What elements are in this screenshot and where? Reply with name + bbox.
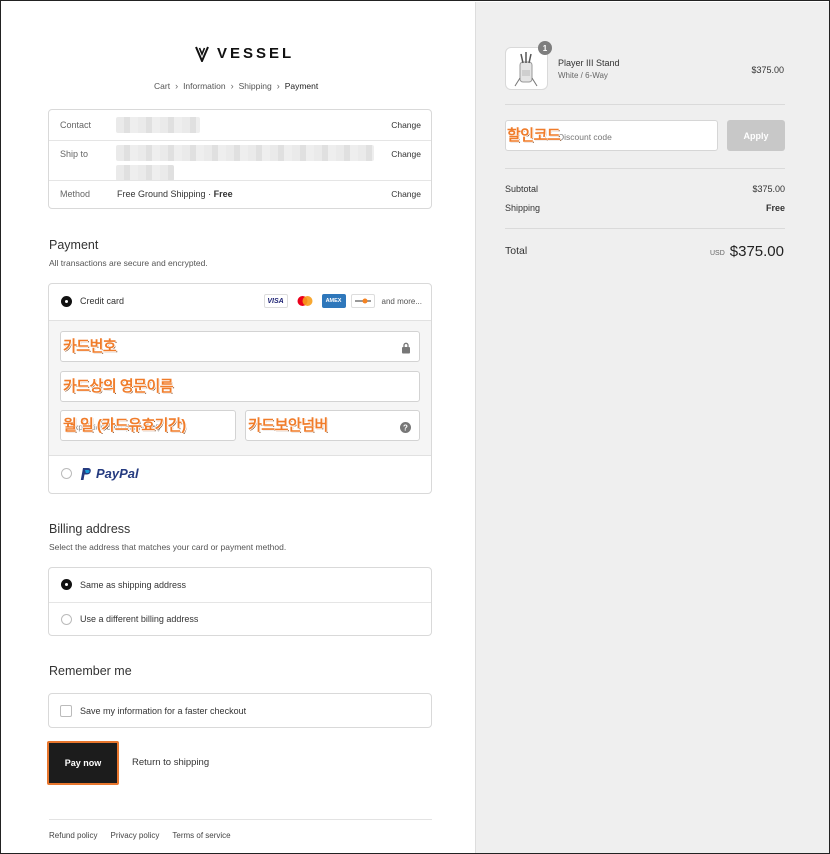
chevron-right-icon: ›: [230, 81, 234, 91]
billing-different-label: Use a different billing address: [80, 614, 199, 624]
expiration-date-input[interactable]: Expiration date (MM / YY) 월 일 (카드유효기간): [60, 410, 236, 441]
method-label: Method: [60, 189, 91, 199]
visa-icon: VISA: [263, 294, 288, 308]
payment-title: Payment: [49, 238, 99, 252]
change-method-link[interactable]: Change: [391, 189, 421, 199]
payment-method-box: Credit card VISA AMEX and more... 카드번호 카…: [48, 283, 432, 494]
paypal-logo: PayPal: [80, 466, 139, 481]
mastercard-icon: [292, 294, 317, 308]
card-number-input[interactable]: 카드번호: [60, 331, 420, 362]
brand-logo[interactable]: VESSEL: [195, 45, 294, 62]
name-on-card-input[interactable]: 카드상의 영문이름: [60, 371, 420, 402]
billing-same-radio[interactable]: [61, 579, 72, 590]
security-code-annotation: 카드보안넘버: [248, 417, 328, 434]
ship-to-value-redacted-line2: [116, 165, 174, 181]
card-number-annotation: 카드번호: [63, 338, 117, 355]
pay-now-button[interactable]: Pay now: [47, 741, 119, 785]
ship-to-label: Ship to: [60, 149, 89, 159]
change-contact-link[interactable]: Change: [391, 120, 421, 130]
chevron-right-icon: ›: [276, 81, 280, 91]
contact-value-redacted: [116, 117, 200, 133]
credit-card-fields: 카드번호 카드상의 영문이름 Expiration date (MM / YY)…: [49, 320, 431, 456]
divider: [505, 228, 785, 229]
quantity-badge: 1: [538, 41, 552, 55]
return-to-shipping-link[interactable]: Return to shipping: [132, 757, 209, 768]
security-code-input[interactable]: 카드보안넘버 ?: [245, 410, 420, 441]
privacy-policy-link[interactable]: Privacy policy: [110, 831, 159, 840]
discover-icon: [350, 294, 375, 308]
billing-same-label: Same as shipping address: [80, 580, 187, 590]
divider: [49, 140, 431, 141]
payment-subtitle: All transactions are secure and encrypte…: [49, 258, 208, 268]
breadcrumb-information[interactable]: Information: [183, 81, 226, 91]
vessel-logo-icon: [195, 46, 209, 62]
shipping-row: Shipping Free: [505, 203, 785, 213]
breadcrumb-cart[interactable]: Cart: [154, 81, 170, 91]
total-label: Total: [505, 245, 528, 257]
checkout-window: VESSEL Cart › Information › Shipping › P…: [0, 0, 830, 854]
divider: [505, 104, 785, 105]
contact-label: Contact: [60, 120, 92, 130]
paypal-option[interactable]: PayPal: [49, 457, 431, 493]
svg-text:?: ?: [403, 423, 408, 432]
billing-different-radio[interactable]: [61, 614, 72, 625]
remember-title: Remember me: [49, 664, 132, 678]
subtotal-label: Subtotal: [505, 184, 539, 194]
shipping-label: Shipping: [505, 203, 541, 213]
method-price: Free: [213, 189, 233, 199]
name-on-card-annotation: 카드상의 영문이름: [63, 378, 174, 395]
total-value: $375.00: [729, 243, 784, 260]
remember-me-label: Save my information for a faster checkou…: [80, 706, 247, 716]
credit-card-option[interactable]: Credit card VISA AMEX and more...: [49, 284, 431, 320]
billing-different-option[interactable]: Use a different billing address: [49, 603, 431, 636]
amex-icon: AMEX: [321, 294, 346, 308]
divider: [49, 180, 431, 181]
checkout-main: VESSEL Cart › Information › Shipping › P…: [2, 2, 475, 853]
refund-policy-link[interactable]: Refund policy: [49, 831, 97, 840]
discount-annotation: 할인코드: [507, 127, 561, 144]
shipping-value: Free: [765, 203, 785, 213]
remember-me-box[interactable]: Save my information for a faster checkou…: [48, 693, 432, 728]
subtotal-row: Subtotal $375.00: [505, 184, 785, 194]
paypal-radio[interactable]: [61, 468, 72, 479]
breadcrumb-shipping[interactable]: Shipping: [239, 81, 272, 91]
chevron-right-icon: ›: [175, 81, 179, 91]
breadcrumb: Cart › Information › Shipping › Payment: [154, 81, 318, 91]
footer-links: Refund policy Privacy policy Terms of se…: [49, 831, 231, 840]
method-separator: ·: [208, 189, 212, 199]
discount-placeholder: Discount code: [558, 132, 612, 142]
billing-options-box: Same as shipping address Use a different…: [48, 567, 432, 636]
terms-of-service-link[interactable]: Terms of service: [172, 831, 230, 840]
apply-discount-button[interactable]: Apply: [727, 120, 785, 151]
footer-divider: [49, 819, 432, 820]
lock-icon: [401, 341, 411, 359]
change-ship-to-link[interactable]: Change: [391, 149, 421, 159]
order-summary: 1 Player III Stand White / 6-Way $375.00…: [475, 2, 829, 853]
billing-title: Billing address: [49, 522, 131, 536]
credit-card-label: Credit card: [80, 296, 125, 306]
brand-name: VESSEL: [217, 45, 295, 62]
breadcrumb-payment: Payment: [284, 81, 319, 91]
paypal-label: PayPal: [96, 466, 139, 481]
product-price: $375.00: [751, 65, 784, 75]
review-summary-box: Contact Change Ship to Change Method Fre…: [48, 109, 432, 209]
billing-subtitle: Select the address that matches your car…: [49, 542, 287, 552]
ship-to-value-redacted: [116, 145, 374, 161]
subtotal-value: $375.00: [752, 184, 785, 194]
paypal-icon: [80, 467, 91, 480]
method-value: Free Ground Shipping · Free: [117, 189, 233, 199]
product-variant: White / 6-Way: [558, 71, 608, 80]
divider: [505, 168, 785, 169]
method-name: Free Ground Shipping: [117, 189, 206, 199]
product-name: Player III Stand: [558, 58, 620, 68]
card-brand-logos: VISA AMEX and more...: [263, 294, 422, 308]
total-currency: USD: [710, 250, 725, 257]
more-card-brands: and more...: [381, 296, 422, 306]
expiration-annotation: 월 일 (카드유효기간): [63, 417, 186, 434]
billing-same-option[interactable]: Same as shipping address: [49, 568, 431, 602]
help-icon[interactable]: ?: [400, 420, 411, 438]
credit-card-radio[interactable]: [61, 296, 72, 307]
remember-me-checkbox[interactable]: [60, 705, 72, 717]
discount-code-input[interactable]: Discount code 할인코드: [505, 120, 718, 151]
